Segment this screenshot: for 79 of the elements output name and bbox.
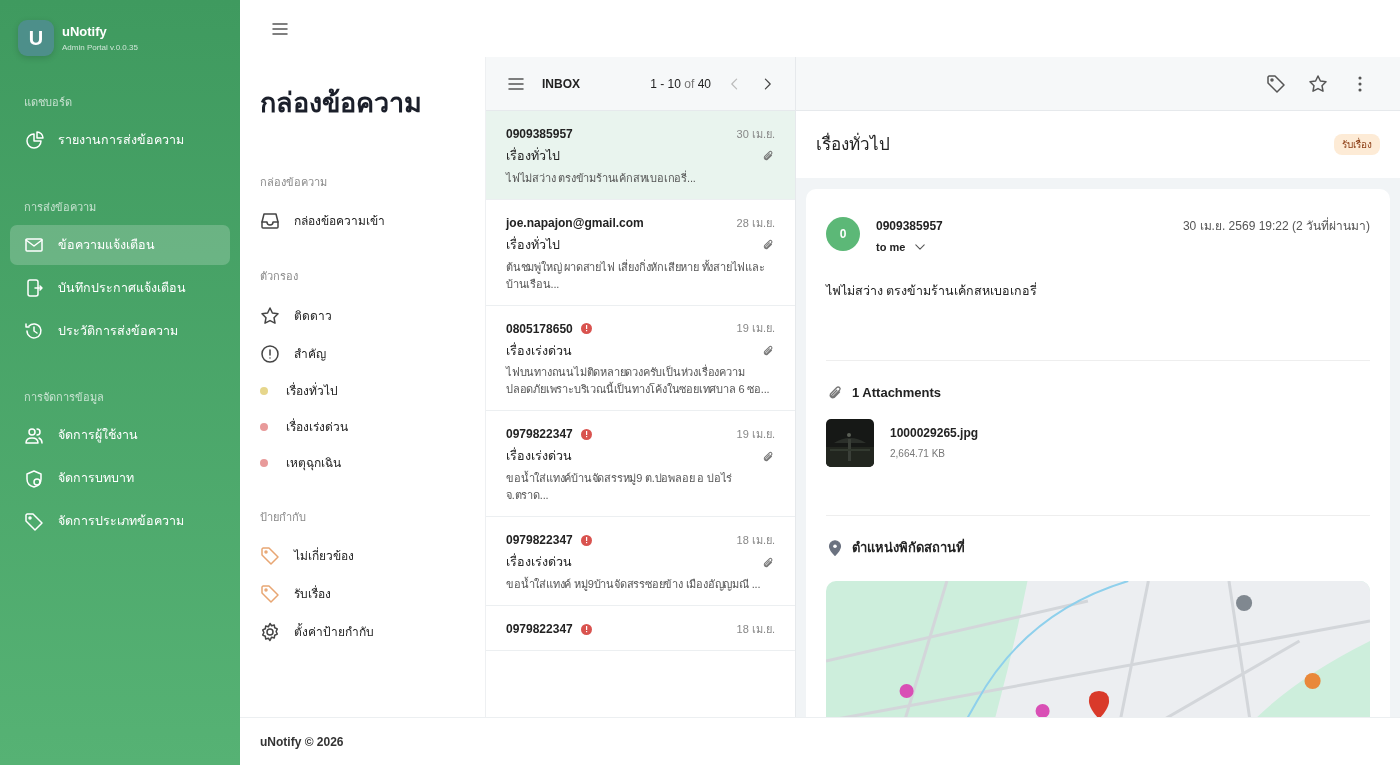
- section-title: การส่งข้อความ: [23, 199, 97, 215]
- preview-text: ขอน้ำใส่แทงค์บ้านจัดสรรหมู่9 ต.บ่อพลอย อ บ่อไร่ จ.ตราด...: [506, 470, 734, 504]
- message-item[interactable]: 0979822347 18 เม.ย.: [486, 606, 795, 652]
- inbox-title: INBOX: [542, 75, 580, 93]
- star-icon[interactable]: [1308, 73, 1328, 94]
- location-heading: ตำแหน่งพิกัดสถานที่: [852, 537, 965, 557]
- preview-text: ไฟบนทางถนนไม่ติดหลายดวงครับเป็นห่วงเรื่องความปลอดภัยเพราะบริเวณนี้เป็นทางโค้งในซอยเทศบาล 6 ซอ...: [506, 364, 771, 398]
- paperclip-icon: [761, 344, 775, 358]
- subject-text: เรื่องเร่งด่วน: [506, 341, 572, 360]
- sender-text: 0909385957: [876, 218, 943, 235]
- preview-text: ไฟไม่สว่าง ตรงข้ามร้านเค้กสหเบอเกอรี่...: [506, 169, 697, 186]
- label-badge: รับเรื่อง: [1334, 134, 1380, 155]
- folder-item[interactable]: เรื่องเร่งด่วน: [286, 417, 348, 436]
- app-name: uNotify: [62, 23, 108, 42]
- location-pin-icon: [826, 538, 844, 557]
- message-body: ไฟไม่สว่าง ตรงข้ามร้านเค้กสหเบอเกอรี่: [826, 281, 1039, 300]
- pagination-text: 1 - 10 of 40: [650, 75, 711, 93]
- sender-text: 0979822347: [506, 426, 573, 444]
- pie-chart-icon: [24, 130, 44, 151]
- sender-text: 0909385957: [506, 126, 573, 143]
- sender-text: 0979822347: [506, 621, 573, 639]
- tag-icon: [24, 511, 44, 532]
- group-title: ตัวกรอง: [260, 269, 299, 284]
- folder-item[interactable]: ตั้งค่าป้ายกำกับ: [294, 623, 374, 641]
- preview-text: ขอน้ำใส่แทงค์ หมู่9บ้านจัดสรรซอยข้าง เมืองอัญญมณี ...: [506, 576, 762, 593]
- date-text: 19 เม.ย.: [736, 321, 775, 337]
- subject-text: เรื่องเร่งด่วน: [506, 553, 572, 572]
- settings-icon: [260, 622, 280, 642]
- message-item[interactable]: 0979822347 18 เม.ย. เรื่องเร่งด่วน ขอน้ำใส่แทงค์ หมู่9บ้านจัดสรรซอยข้าง เมืองอัญญมณี ...: [486, 517, 795, 607]
- folder-item[interactable]: ติดดาว: [294, 306, 332, 325]
- paperclip-icon: [761, 449, 775, 464]
- datetime-text: 30 เม.ย. 2569 19:22 (2 วันที่ผ่านมา): [1182, 217, 1370, 235]
- folder-item[interactable]: เรื่องทั่วไป: [286, 381, 338, 400]
- subject-title: เรื่องทั่วไป: [816, 131, 890, 156]
- date-text: 28 เม.ย.: [736, 215, 775, 231]
- section-title: แดชบอร์ด: [23, 95, 73, 110]
- message-item[interactable]: 0979822347 19 เม.ย. เรื่องเร่งด่วน ขอน้ำใส่แทงค์บ้านจัดสรรหมู่9 ต.บ่อพลอย อ บ่อไร่ จ.ตราด...: [486, 411, 795, 518]
- star-icon: [260, 305, 280, 326]
- paperclip-icon: [761, 555, 775, 570]
- subject-text: เรื่องทั่วไป: [506, 147, 560, 165]
- preview-text: ต้นชมพู่ใหญ่ ผาดสายไฟ เสี่ยงกิ่งหักเสียหาย ทั้งสายไฟและบ้านเรือน...: [506, 258, 766, 292]
- mail-icon: [24, 235, 44, 255]
- date-text: 19 เม.ย.: [736, 427, 775, 443]
- group-title: กล่องข้อความ: [260, 174, 328, 190]
- tag-icon: [260, 546, 280, 566]
- history-icon: [24, 321, 44, 341]
- attachments-heading: 1 Attachments: [852, 384, 942, 403]
- date-text: 18 เม.ย.: [736, 533, 775, 549]
- file-name[interactable]: 1000029265.jpg: [890, 424, 979, 443]
- section-title: การจัดการข้อมูล: [23, 390, 105, 406]
- app-version: Admin Portal v.0.0.35: [62, 41, 138, 54]
- message-item[interactable]: 0909385957 30 เม.ย. เรื่องทั่วไป ไฟไม่สว่าง ตรงข้ามร้านเค้กสหเบอเกอรี่...: [486, 111, 795, 200]
- sender-text: 0979822347: [506, 532, 573, 550]
- sender-text: 0805178650: [506, 320, 573, 338]
- tag-icon: [260, 584, 280, 604]
- folder-item[interactable]: กล่องข้อความเข้า: [294, 212, 385, 230]
- phone-icon: [24, 278, 44, 298]
- group-title: ป้ายกำกับ: [260, 509, 307, 525]
- date-text: 30 เม.ย.: [736, 126, 775, 142]
- subject-text: เรื่องทั่วไป: [506, 235, 560, 254]
- avatar: 0: [826, 217, 860, 251]
- file-size: 2,664.71 KB: [890, 447, 947, 462]
- folder-item[interactable]: เหตุฉุกเฉิน: [286, 453, 341, 472]
- inbox-icon: [260, 211, 280, 231]
- folder-item[interactable]: ไม่เกี่ยวข้อง: [294, 547, 354, 565]
- message-item[interactable]: 0805178650 19 เม.ย. เรื่องเร่งด่วน ไฟบนทางถนนไม่ติดหลายดวงครับเป็นห่วงเรื่องความปลอดภัยเพราะบริเวณนี้เป็นทางโค้งในซอยเทศบาล 6 ซอ...: [486, 305, 795, 412]
- folder-item[interactable]: รับเรื่อง: [294, 585, 331, 603]
- alert-icon: [260, 343, 280, 364]
- sender-text: joe.napajon@gmail.com: [506, 214, 644, 232]
- users-icon: [24, 425, 44, 446]
- page-title: กล่องข้อความ: [260, 87, 423, 120]
- tag-icon[interactable]: [1266, 73, 1286, 94]
- shield-icon: [24, 468, 44, 489]
- date-text: 18 เม.ย.: [736, 621, 775, 637]
- app-logo: U: [18, 20, 54, 56]
- recipient-text: to me: [876, 240, 906, 255]
- subject-text: เรื่องเร่งด่วน: [506, 447, 572, 466]
- message-item[interactable]: joe.napajon@gmail.com 28 เม.ย. เรื่องทั่วไป ต้นชมพู่ใหญ่ ผาดสายไฟ เสี่ยงกิ่งหักเสียหาย ทั้งสายไฟและบ้านเรือน...: [486, 199, 795, 306]
- folder-item[interactable]: สำคัญ: [294, 344, 326, 363]
